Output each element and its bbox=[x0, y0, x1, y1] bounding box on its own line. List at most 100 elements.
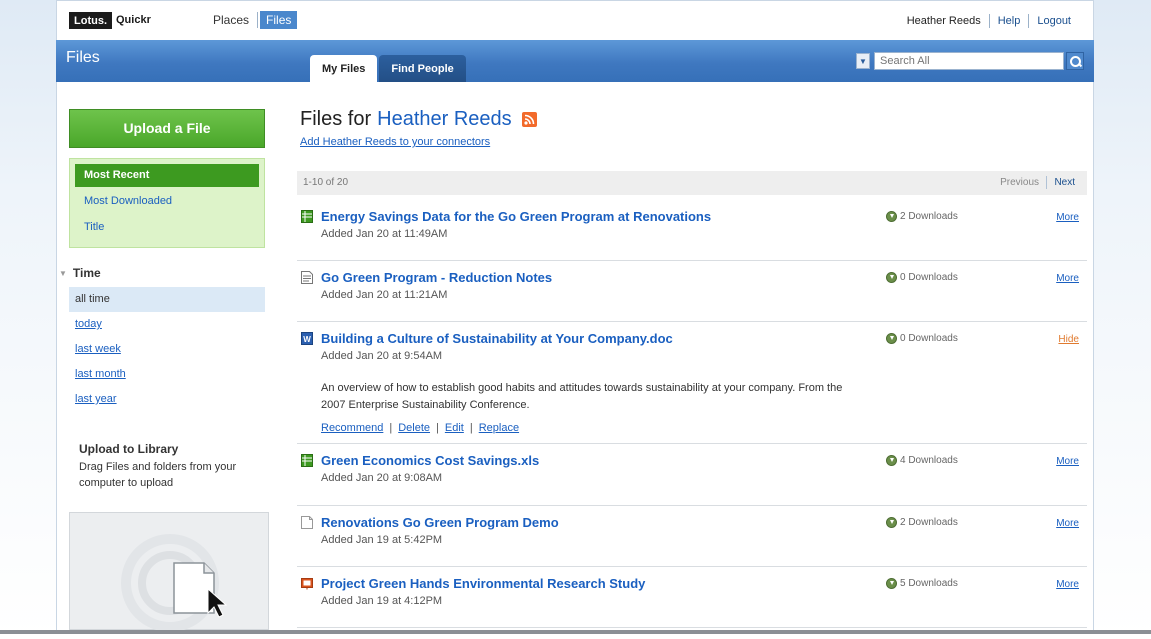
file-title-link[interactable]: Building a Culture of Sustainability at … bbox=[321, 331, 673, 346]
download-icon bbox=[886, 272, 897, 283]
time-filter-last-year[interactable]: last year bbox=[69, 387, 265, 412]
file-description: An overview of how to establish good hab… bbox=[321, 382, 843, 411]
window-bottom-edge bbox=[0, 630, 1151, 634]
page-title-user[interactable]: Heather Reeds bbox=[377, 108, 512, 131]
nav-places[interactable]: Places bbox=[207, 11, 255, 29]
tab-find-people[interactable]: Find People bbox=[379, 55, 466, 82]
more-link[interactable]: More bbox=[1056, 579, 1079, 590]
blank-file-icon bbox=[301, 516, 313, 529]
file-row-expanded: W Building a Culture of Sustainability a… bbox=[297, 322, 1087, 444]
time-filter-today[interactable]: today bbox=[69, 312, 265, 337]
replace-link[interactable]: Replace bbox=[479, 422, 519, 434]
download-icon bbox=[886, 455, 897, 466]
spreadsheet-icon bbox=[301, 454, 313, 467]
more-link[interactable]: More bbox=[1056, 456, 1079, 467]
sort-options: Most Recent Most Downloaded Title bbox=[69, 158, 265, 248]
file-row: Go Green Program - Reduction Notes Added… bbox=[297, 261, 1087, 322]
file-row: Project Green Hands Environmental Resear… bbox=[297, 567, 1087, 628]
file-list: Energy Savings Data for the Go Green Pro… bbox=[297, 200, 1087, 628]
sort-title[interactable]: Title bbox=[75, 216, 259, 239]
top-bar: Lotus. Quickr Places Files Heather Reeds… bbox=[56, 0, 1094, 40]
download-count-label: 0 Downloads bbox=[900, 272, 958, 283]
edit-link[interactable]: Edit bbox=[445, 422, 464, 434]
delete-link[interactable]: Delete bbox=[398, 422, 430, 434]
link-separator: | bbox=[389, 422, 393, 434]
upload-library-title: Upload to Library bbox=[79, 442, 179, 456]
svg-text:W: W bbox=[303, 335, 311, 344]
lotus-quickr-logo[interactable]: Lotus. Quickr bbox=[69, 12, 151, 29]
time-filter-last-month[interactable]: last month bbox=[69, 362, 265, 387]
more-link[interactable]: More bbox=[1056, 273, 1079, 284]
file-row: Green Economics Cost Savings.xls Added J… bbox=[297, 444, 1087, 506]
file-row: Renovations Go Green Program Demo Added … bbox=[297, 506, 1087, 567]
upload-library-description: Drag Files and folders from your compute… bbox=[79, 461, 237, 489]
file-title-link[interactable]: Renovations Go Green Program Demo bbox=[321, 515, 559, 530]
recommend-link[interactable]: Recommend bbox=[321, 422, 383, 434]
add-to-connectors-link[interactable]: Add Heather Reeds to your connectors bbox=[300, 136, 490, 148]
chevron-down-icon: ▼ bbox=[859, 56, 867, 66]
file-added-date: Added Jan 19 at 5:42PM bbox=[321, 534, 443, 546]
tab-my-files[interactable]: My Files bbox=[310, 55, 378, 82]
user-name-link[interactable]: Heather Reeds bbox=[899, 15, 989, 27]
download-count[interactable]: 0 Downloads bbox=[886, 272, 958, 283]
download-count[interactable]: 5 Downloads bbox=[886, 578, 958, 589]
file-drop-zone[interactable] bbox=[69, 512, 269, 630]
top-nav: Places Files bbox=[207, 11, 298, 29]
file-added-date: Added Jan 20 at 9:54AM bbox=[321, 350, 443, 362]
file-title-link[interactable]: Energy Savings Data for the Go Green Pro… bbox=[321, 209, 711, 224]
more-link[interactable]: More bbox=[1056, 212, 1079, 223]
download-icon bbox=[886, 333, 897, 344]
file-added-date: Added Jan 20 at 9:08AM bbox=[321, 472, 443, 484]
file-row: Energy Savings Data for the Go Green Pro… bbox=[297, 200, 1087, 261]
presentation-icon bbox=[301, 578, 313, 590]
sort-most-downloaded[interactable]: Most Downloaded bbox=[75, 190, 259, 213]
rss-feed-icon[interactable] bbox=[521, 112, 537, 127]
time-filter-list: all time today last week last month last… bbox=[69, 287, 265, 412]
upload-file-button[interactable]: Upload a File bbox=[69, 109, 265, 148]
search-scope-dropdown[interactable]: ▼ bbox=[856, 53, 870, 69]
link-separator: | bbox=[469, 422, 473, 434]
result-count: 1-10 of 20 bbox=[303, 177, 349, 188]
time-filter-all-time[interactable]: all time bbox=[69, 287, 265, 312]
word-doc-icon: W bbox=[301, 332, 313, 345]
file-title-link[interactable]: Go Green Program - Reduction Notes bbox=[321, 270, 552, 285]
next-page-link[interactable]: Next bbox=[1054, 177, 1075, 188]
download-icon bbox=[886, 517, 897, 528]
download-count[interactable]: 4 Downloads bbox=[886, 455, 958, 466]
drag-file-icon bbox=[121, 534, 228, 630]
more-link[interactable]: More bbox=[1056, 518, 1079, 529]
file-added-date: Added Jan 19 at 4:12PM bbox=[321, 595, 443, 607]
previous-page-link[interactable]: Previous bbox=[1000, 177, 1039, 188]
download-icon bbox=[886, 211, 897, 222]
hide-link[interactable]: Hide bbox=[1058, 334, 1079, 345]
collapse-triangle-icon: ▼ bbox=[59, 268, 67, 278]
file-title-link[interactable]: Green Economics Cost Savings.xls bbox=[321, 453, 539, 468]
file-added-date: Added Jan 20 at 11:21AM bbox=[321, 289, 448, 301]
search-icon[interactable] bbox=[1066, 52, 1084, 70]
time-heading-label: Time bbox=[72, 266, 101, 280]
tab-bar: My Files Find People bbox=[310, 55, 468, 82]
logout-link[interactable]: Logout bbox=[1029, 15, 1079, 27]
page-title: Files for Heather Reeds bbox=[300, 108, 537, 131]
search-area: ▼ bbox=[856, 52, 1084, 70]
nav-separator bbox=[257, 12, 259, 28]
download-count-label: 2 Downloads bbox=[900, 211, 958, 222]
file-title-link[interactable]: Project Green Hands Environmental Resear… bbox=[321, 576, 645, 591]
download-count[interactable]: 2 Downloads bbox=[886, 211, 958, 222]
search-input[interactable] bbox=[874, 52, 1064, 70]
nav-files[interactable]: Files bbox=[260, 11, 298, 29]
sort-most-recent[interactable]: Most Recent bbox=[75, 164, 259, 187]
download-icon bbox=[886, 578, 897, 589]
help-link[interactable]: Help bbox=[990, 15, 1029, 27]
download-count-label: 2 Downloads bbox=[900, 517, 958, 528]
download-count[interactable]: 2 Downloads bbox=[886, 517, 958, 528]
time-filter-heading[interactable]: ▼ Time bbox=[59, 266, 101, 280]
main-panel: Upload a File Most Recent Most Downloade… bbox=[56, 82, 1094, 630]
file-added-date: Added Jan 20 at 11:49AM bbox=[321, 228, 448, 240]
pager-separator bbox=[1046, 176, 1047, 189]
link-separator: | bbox=[436, 422, 439, 434]
notes-icon bbox=[301, 271, 313, 284]
download-count-label: 0 Downloads bbox=[900, 333, 958, 344]
download-count[interactable]: 0 Downloads bbox=[886, 333, 958, 344]
time-filter-last-week[interactable]: last week bbox=[69, 337, 265, 362]
